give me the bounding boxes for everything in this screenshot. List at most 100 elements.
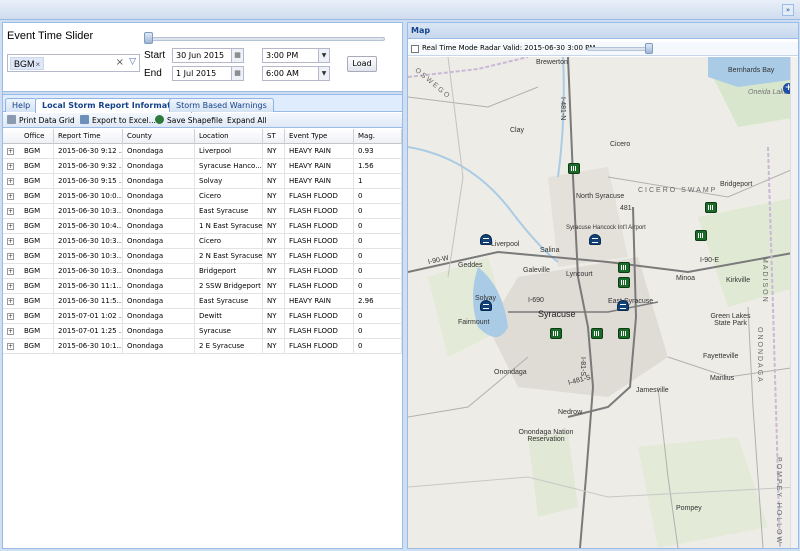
place-label: Kirkville xyxy=(726,277,751,284)
table-cell: NY xyxy=(263,174,285,189)
tab-help[interactable]: Help xyxy=(5,98,38,112)
flash-flood-marker[interactable] xyxy=(480,234,492,245)
office-select[interactable]: BGM× × ▽ xyxy=(7,54,140,72)
expand-row-icon[interactable]: + xyxy=(7,148,14,155)
table-row[interactable]: + BGM 2015-06-30 10:1... Onondaga 2 E Syracu… xyxy=(3,339,402,354)
table-cell: Onondaga xyxy=(123,279,195,294)
table-cell: FLASH FLOOD xyxy=(285,204,354,219)
table-cell: BGM xyxy=(20,174,54,189)
table-cell: BGM xyxy=(20,144,54,159)
column-header[interactable]: Office xyxy=(20,129,54,144)
flash-flood-marker[interactable] xyxy=(589,234,601,245)
flash-flood-marker[interactable] xyxy=(480,300,492,311)
table-cell: Dewitt xyxy=(195,309,263,324)
calendar-icon[interactable]: ▦ xyxy=(231,49,243,62)
table-cell: BGM xyxy=(20,309,54,324)
top-collapsed-bar: » xyxy=(0,0,800,20)
expand-row-icon[interactable]: + xyxy=(7,238,14,245)
table-cell: FLASH FLOOD xyxy=(285,189,354,204)
table-cell: 2015-06-30 11:5... xyxy=(54,294,123,309)
heavy-rain-marker[interactable] xyxy=(550,328,562,339)
end-time-select[interactable]: 6:00 AM ▼ xyxy=(262,66,330,81)
start-time-select[interactable]: 3:00 PM ▼ xyxy=(262,48,330,63)
export-button[interactable]: Export to Excel... xyxy=(80,115,156,126)
column-header[interactable]: ST xyxy=(263,129,285,144)
heavy-rain-marker[interactable] xyxy=(618,277,630,288)
radar-slider-track[interactable] xyxy=(587,47,649,51)
heavy-rain-marker[interactable] xyxy=(705,202,717,213)
print-button[interactable]: Print Data Grid xyxy=(7,115,75,126)
table-row[interactable]: + BGM 2015-07-01 1:25 ... Onondaga Syracuse N… xyxy=(3,324,402,339)
expand-row-icon[interactable]: + xyxy=(7,268,14,275)
chevron-down-icon[interactable]: ▼ xyxy=(318,49,329,62)
map-scrollbar[interactable] xyxy=(790,57,798,548)
expand-row-icon[interactable]: + xyxy=(7,343,14,350)
heavy-rain-marker[interactable] xyxy=(618,328,630,339)
table-row[interactable]: + BGM 2015-06-30 9:12 ... Onondaga Liverpool… xyxy=(3,144,402,159)
radar-slider-thumb[interactable] xyxy=(645,43,653,54)
heavy-rain-marker[interactable] xyxy=(568,163,580,174)
table-row[interactable]: + BGM 2015-06-30 10:3... Onondaga Cicero NY FL… xyxy=(3,234,402,249)
dropdown-arrow-icon[interactable]: ▽ xyxy=(129,57,136,67)
place-label: Clay xyxy=(510,127,525,134)
table-row[interactable]: + BGM 2015-06-30 11:1... Onondaga 2 SSW Brid… xyxy=(3,279,402,294)
end-date-field[interactable]: 1 Jul 2015 ▦ xyxy=(172,66,244,81)
table-cell: Cicero xyxy=(195,189,263,204)
table-cell: FLASH FLOOD xyxy=(285,264,354,279)
slider-track[interactable] xyxy=(145,37,385,41)
expand-row-icon[interactable]: + xyxy=(7,163,14,170)
expand-row-icon[interactable]: + xyxy=(7,178,14,185)
expand-row-icon[interactable]: + xyxy=(7,313,14,320)
heavy-rain-marker[interactable] xyxy=(695,230,707,241)
expand-row-icon[interactable]: + xyxy=(7,253,14,260)
table-row[interactable]: + BGM 2015-07-01 1:02 ... Onondaga Dewitt NY F… xyxy=(3,309,402,324)
table-row[interactable]: + BGM 2015-06-30 10:3... Onondaga Bridgeport… xyxy=(3,264,402,279)
clear-icon[interactable]: × xyxy=(116,57,124,68)
table-row[interactable]: + BGM 2015-06-30 11:5... Onondaga East Syrac… xyxy=(3,294,402,309)
chevron-down-icon[interactable]: ▼ xyxy=(318,67,329,80)
slider-thumb[interactable] xyxy=(144,32,153,44)
realtime-checkbox[interactable] xyxy=(411,45,419,53)
table-cell: 0 xyxy=(354,249,402,264)
table-cell: 0 xyxy=(354,309,402,324)
table-cell: Onondaga xyxy=(123,264,195,279)
place-label: Fayetteville xyxy=(703,353,739,360)
heavy-rain-marker[interactable] xyxy=(591,328,603,339)
calendar-icon[interactable]: ▦ xyxy=(231,67,243,80)
table-cell: 0 xyxy=(354,264,402,279)
column-header[interactable]: Mag. xyxy=(354,129,402,144)
place-label: Pompey xyxy=(676,505,702,512)
realtime-label: Real Time Mode xyxy=(422,44,478,52)
heavy-rain-marker[interactable] xyxy=(618,262,630,273)
expand-row-icon[interactable]: + xyxy=(7,298,14,305)
start-date-field[interactable]: 30 Jun 2015 ▦ xyxy=(172,48,244,63)
expand-row-icon[interactable]: + xyxy=(7,283,14,290)
table-row[interactable]: + BGM 2015-06-30 10:4... Onondaga 1 N East S… xyxy=(3,219,402,234)
column-header[interactable]: Location xyxy=(195,129,263,144)
expand-row-icon[interactable]: + xyxy=(7,193,14,200)
office-tag[interactable]: BGM× xyxy=(10,57,45,70)
expand-row-icon[interactable]: + xyxy=(7,208,14,215)
expand-all-button[interactable]: Expand All xyxy=(227,115,267,126)
table-row[interactable]: + BGM 2015-06-30 10:0... Onondaga Cicero NY FL… xyxy=(3,189,402,204)
table-cell: HEAVY RAIN xyxy=(285,174,354,189)
shapefile-button[interactable]: Save Shapefile xyxy=(155,115,223,126)
collapse-chevron-icon[interactable]: » xyxy=(782,4,794,16)
table-row[interactable]: + BGM 2015-06-30 10:3... Onondaga East Syrac… xyxy=(3,204,402,219)
column-header[interactable]: Report Time xyxy=(54,129,123,144)
table-row[interactable]: + BGM 2015-06-30 9:15 ... Onondaga Solvay NY H… xyxy=(3,174,402,189)
table-row[interactable]: + BGM 2015-06-30 10:3... Onondaga 2 N East S… xyxy=(3,249,402,264)
expand-row-icon[interactable]: + xyxy=(7,328,14,335)
remove-tag-icon[interactable]: × xyxy=(36,60,41,69)
table-row[interactable]: + BGM 2015-06-30 9:32 ... Onondaga Syracuse … xyxy=(3,159,402,174)
flash-flood-marker[interactable] xyxy=(617,300,629,311)
export-label: Export to Excel... xyxy=(92,116,156,125)
map-canvas[interactable]: Brewerton Bernhards Bay Oneida Lake Clay… xyxy=(408,57,798,548)
column-header[interactable]: Event Type xyxy=(285,129,354,144)
load-button[interactable]: Load xyxy=(347,56,377,72)
expand-row-icon[interactable]: + xyxy=(7,223,14,230)
table-cell: BGM xyxy=(20,294,54,309)
tab-storm-warnings[interactable]: Storm Based Warnings xyxy=(169,98,274,112)
column-header[interactable]: County xyxy=(123,129,195,144)
table-cell: 1.56 xyxy=(354,159,402,174)
